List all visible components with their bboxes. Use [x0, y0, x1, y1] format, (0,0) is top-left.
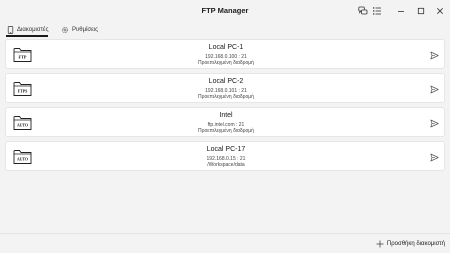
connect-send-icon[interactable]: [430, 119, 439, 128]
plus-icon: [376, 240, 384, 248]
server-path: Προεπιλεγμένη διαδρομή: [198, 60, 254, 66]
tab-servers-label: Διακομιστές: [17, 27, 49, 33]
gear-icon: [61, 26, 69, 34]
add-server-button[interactable]: Προσθήκη διακομιστή: [376, 240, 445, 248]
list-icon[interactable]: [371, 5, 383, 17]
tab-bar: Διακομιστές Ρυθμίσεις: [0, 22, 450, 37]
server-card[interactable]: FTPS Local PC-2 192.168.0.101 : 21 Προεπ…: [5, 73, 445, 103]
maximize-icon[interactable]: [415, 5, 427, 17]
server-name: Local PC-1: [208, 44, 244, 51]
connect-send-icon[interactable]: [430, 85, 439, 94]
server-path: /Workspace/data: [207, 162, 245, 168]
close-icon[interactable]: [434, 5, 446, 17]
connect-send-icon[interactable]: [430, 153, 439, 162]
server-name: Local PC-2: [208, 78, 244, 85]
active-tab-indicator: [6, 35, 48, 37]
server-name: Intel: [219, 112, 233, 119]
tab-settings[interactable]: Ρυθμίσεις: [61, 24, 98, 36]
add-server-label: Προσθήκη διακομιστή: [386, 241, 445, 247]
chat-icon[interactable]: [357, 5, 369, 17]
phone-icon: [6, 26, 14, 34]
footer-bar: Προσθήκη διακομιστή: [0, 233, 450, 253]
server-card[interactable]: AUTO Local PC-17 192.168.0.15 : 21 /Work…: [5, 141, 445, 171]
title-bar: FTP Manager: [0, 0, 450, 22]
server-path: Προεπιλεγμένη διαδρομή: [198, 128, 254, 134]
minimize-icon[interactable]: [395, 5, 407, 17]
server-path: Προεπιλεγμένη διαδρομή: [198, 94, 254, 100]
server-card[interactable]: AUTO Intel ftp.intel.com : 21 Προεπιλεγμ…: [5, 107, 445, 137]
connect-send-icon[interactable]: [430, 51, 439, 60]
server-card[interactable]: FTP Local PC-1 192.168.0.100 : 21 Προεπι…: [5, 39, 445, 69]
server-name: Local PC-17: [206, 146, 246, 153]
tab-settings-label: Ρυθμίσεις: [72, 27, 99, 33]
